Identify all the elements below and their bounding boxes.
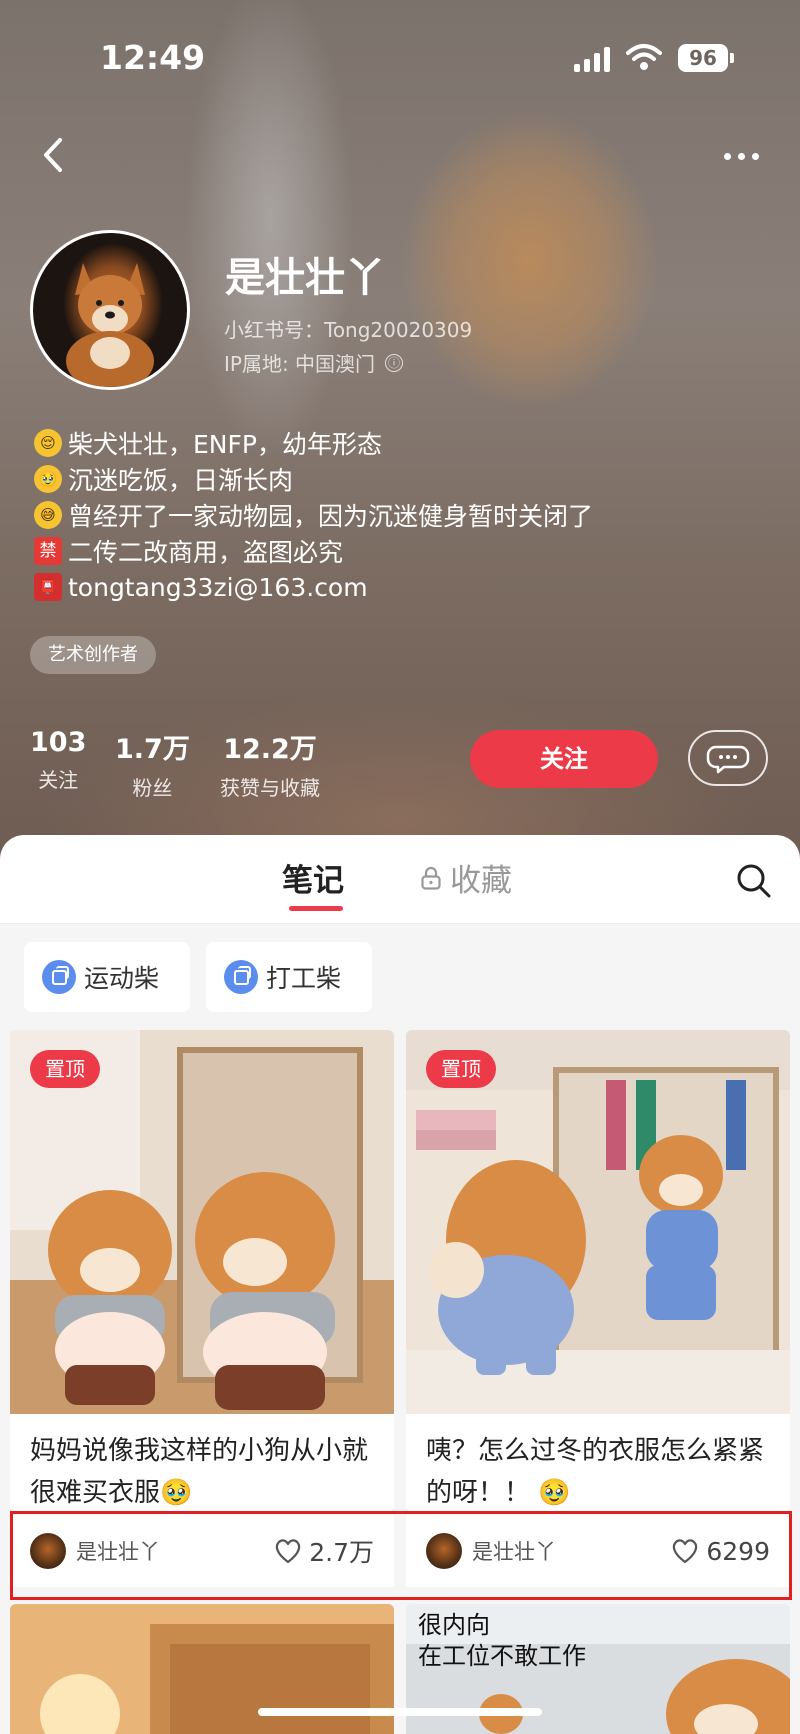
profile-bio: 😌 柴犬壮壮，ENFP，幼年形态 🥹 沉迷吃饭，日渐长肉 😅 曾经开了一家动物园… — [34, 425, 774, 605]
battery-indicator: 96 — [678, 44, 728, 72]
bio-text: 曾经开了一家动物园，因为沉迷健身暂时关闭了 — [68, 502, 594, 531]
creator-tag[interactable]: 艺术创作者 — [30, 636, 156, 674]
following-label: 关注 — [38, 768, 79, 792]
active-tab-indicator — [289, 906, 343, 911]
wifi-icon — [626, 44, 662, 70]
collection-chip[interactable]: 运动柴 — [24, 942, 190, 1012]
cover-caption: 很内向 在工位不敢工作 — [418, 1610, 586, 1672]
likes-collects-count: 12.2万 — [223, 734, 317, 765]
collection-icon — [224, 960, 258, 994]
bio-line: 😌 柴犬壮壮，ENFP，幼年形态 — [34, 425, 774, 461]
collection-label: 运动柴 — [84, 964, 160, 993]
home-indicator[interactable] — [258, 1708, 542, 1716]
profile-avatar[interactable] — [30, 230, 190, 390]
followers-label: 粉丝 — [132, 776, 173, 800]
tabs-divider — [0, 923, 800, 924]
note-card[interactable]: 置顶 妈妈说像我这样的小狗从小就很难买衣服🥹 — [10, 1030, 394, 1512]
shiba-avatar-illustration — [66, 263, 154, 387]
ip-location-text: IP属地: 中国澳门 — [224, 352, 376, 376]
likes-collects-stat[interactable]: 12.2万 获赞与收藏 — [220, 727, 320, 801]
bio-line: 😅 曾经开了一家动物园，因为沉迷健身暂时关闭了 — [34, 497, 774, 533]
highlight-box — [10, 1511, 792, 1600]
note-title: 妈妈说像我这样的小狗从小就很难买衣服🥹 — [30, 1436, 369, 1508]
battery-tip — [730, 53, 734, 63]
postbox-emoji-icon: 📮 — [34, 573, 62, 601]
collection-icon — [42, 960, 76, 994]
followers-stat[interactable]: 1.7万 粉丝 — [115, 727, 190, 801]
holding-back-tears-emoji-icon: 🥹 — [34, 465, 62, 493]
bio-text: 沉迷吃饭，日渐长肉 — [68, 466, 294, 495]
tab-notes[interactable]: 笔记 — [282, 855, 344, 900]
status-bar: 12:49 96 — [0, 0, 800, 110]
bio-text: 柴犬壮壮，ENFP，幼年形态 — [68, 430, 382, 459]
grinning-sweat-emoji-icon: 😅 — [34, 501, 62, 529]
profile-ip-location: IP属地: 中国澳门 ⓘ — [224, 348, 404, 377]
message-button[interactable] — [688, 730, 768, 786]
search-icon[interactable] — [734, 861, 774, 901]
prohibited-sign-icon: 禁 — [34, 537, 62, 565]
pinned-badge: 置顶 — [426, 1050, 496, 1088]
profile-nickname: 是壮壮丫 — [225, 255, 385, 301]
cover-caption-line: 在工位不敢工作 — [418, 1642, 586, 1670]
following-stat[interactable]: 103 关注 — [30, 727, 86, 793]
info-icon[interactable]: ⓘ — [385, 353, 404, 372]
profile-red-id[interactable]: 小红书号：Tong20020309 — [224, 314, 472, 343]
pinned-badge: 置顶 — [30, 1050, 100, 1088]
cover-caption-line: 很内向 — [418, 1611, 490, 1639]
note-card[interactable]: 置顶 咦？怎么过冬的衣服怎么紧紧的呀！！ 🥹 — [406, 1030, 790, 1512]
back-arrow-icon[interactable] — [34, 130, 74, 180]
follow-button[interactable]: 关注 — [470, 730, 658, 788]
bio-line: 禁 二传二改商用，盗图必究 — [34, 533, 774, 569]
lock-icon — [421, 866, 441, 890]
bio-line: 📮 tongtang33zi@163.com — [34, 569, 774, 605]
chat-bubble-icon — [706, 745, 750, 774]
profile-tabs: 笔记 收藏 — [0, 835, 800, 925]
relieved-face-emoji-icon: 😌 — [34, 429, 62, 457]
status-time: 12:49 — [100, 38, 206, 77]
collection-label: 打工柴 — [266, 964, 342, 993]
likes-collects-label: 获赞与收藏 — [220, 776, 320, 800]
collection-chip[interactable]: 打工柴 — [206, 942, 372, 1012]
bio-text: 二传二改商用，盗图必究 — [68, 538, 344, 567]
tab-favorites[interactable]: 收藏 — [450, 855, 512, 900]
following-count: 103 — [30, 727, 87, 758]
bio-email: tongtang33zi@163.com — [68, 572, 368, 602]
more-options-icon[interactable] — [720, 135, 764, 175]
bio-line: 🥹 沉迷吃饭，日渐长肉 — [34, 461, 774, 497]
cellular-signal-icon — [574, 46, 610, 72]
note-title: 咦？怎么过冬的衣服怎么紧紧的呀！！ 🥹 — [426, 1436, 765, 1508]
followers-count: 1.7万 — [115, 734, 190, 765]
